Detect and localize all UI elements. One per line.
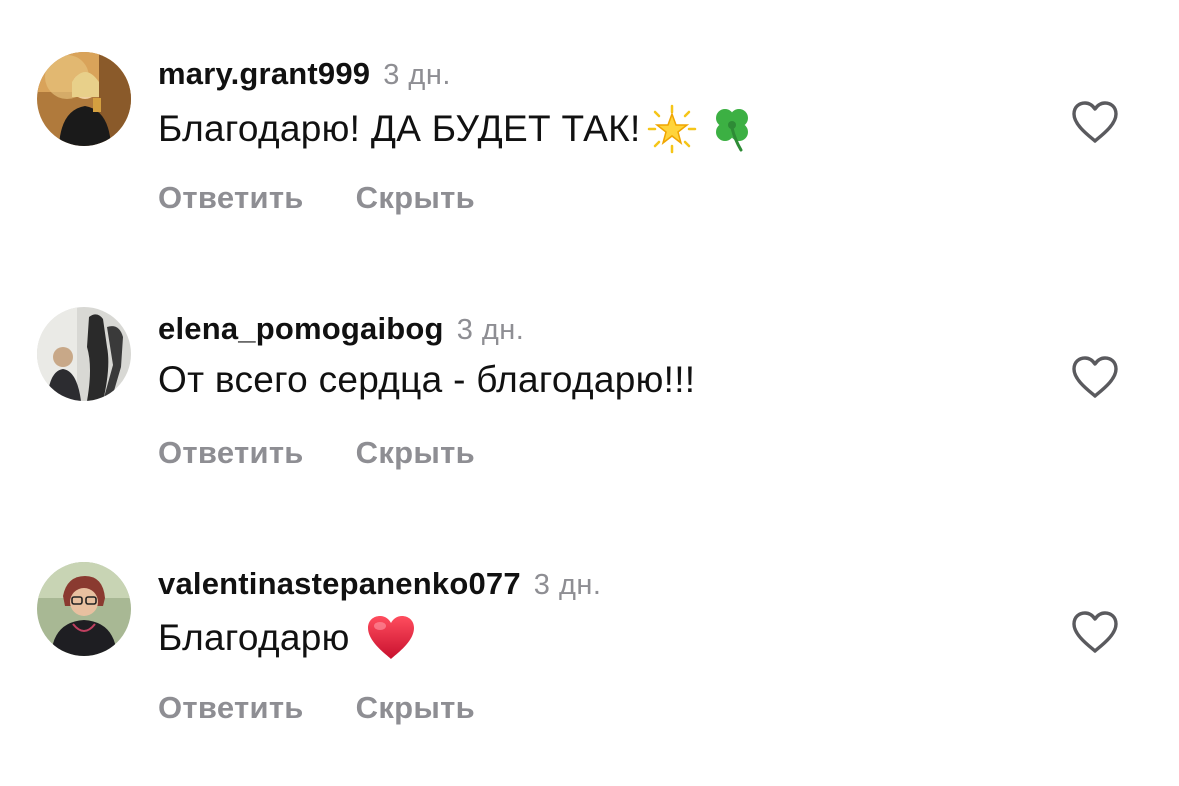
comment-item: mary.grant999 3 дн. Благодарю! ДА БУДЕТ … (0, 0, 1179, 230)
heart-outline-icon[interactable] (1070, 100, 1120, 144)
comment-meta: mary.grant999 3 дн. (158, 56, 451, 92)
timestamp: 3 дн. (456, 314, 525, 346)
timestamp: 3 дн. (383, 59, 451, 91)
username[interactable]: mary.grant999 (158, 56, 370, 92)
comment-actions: Ответить Скрыть (158, 180, 475, 216)
avatar[interactable] (37, 562, 131, 656)
comment-text: Благодарю (158, 614, 416, 662)
comment-item: valentinastepanenko077 3 дн. Благодарю О… (0, 510, 1179, 740)
username[interactable]: valentinastepanenko077 (158, 566, 521, 602)
heart-outline-icon[interactable] (1070, 610, 1120, 654)
heart-outline-icon[interactable] (1070, 355, 1120, 399)
comment-meta: elena_pomogaibog 3 дн. (158, 311, 524, 347)
glowing-star-icon (647, 104, 697, 154)
username[interactable]: elena_pomogaibog (158, 311, 444, 347)
avatar[interactable] (37, 52, 131, 146)
comment-actions: Ответить Скрыть (158, 435, 475, 471)
reply-button[interactable]: Ответить (158, 180, 304, 216)
avatar[interactable] (37, 307, 131, 401)
reply-button[interactable]: Ответить (158, 690, 304, 726)
comment-meta: valentinastepanenko077 3 дн. (158, 566, 601, 602)
four-leaf-clover-icon (707, 104, 757, 154)
comment-item: elena_pomogaibog 3 дн. От всего сердца -… (0, 255, 1179, 485)
comment-body: От всего сердца - благодарю!!! (158, 359, 696, 400)
comment-body: Благодарю! ДА БУДЕТ ТАК! (158, 108, 641, 149)
red-heart-icon (366, 614, 416, 662)
comment-body: Благодарю (158, 617, 350, 658)
reply-button[interactable]: Ответить (158, 435, 304, 471)
hide-button[interactable]: Скрыть (356, 180, 475, 216)
timestamp: 3 дн. (533, 569, 602, 601)
comment-text: От всего сердца - благодарю!!! (158, 359, 695, 401)
comment-text: Благодарю! ДА БУДЕТ ТАК! (158, 104, 757, 154)
hide-button[interactable]: Скрыть (356, 435, 475, 471)
comment-actions: Ответить Скрыть (158, 690, 475, 726)
hide-button[interactable]: Скрыть (356, 690, 475, 726)
